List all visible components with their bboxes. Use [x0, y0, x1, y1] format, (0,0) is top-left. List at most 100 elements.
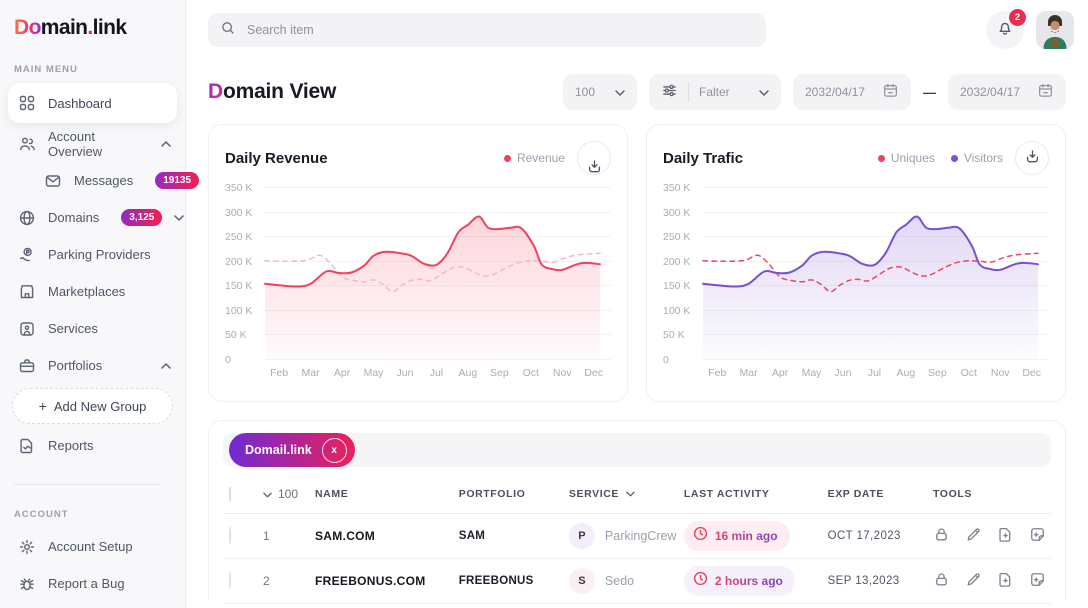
search-bar[interactable] — [208, 13, 766, 47]
bug-icon — [18, 575, 36, 593]
file-plus-button[interactable] — [997, 571, 1014, 591]
lock-icon — [933, 526, 950, 546]
date-from-picker[interactable]: 2032/04/17 — [793, 74, 911, 110]
x-tick-label: Mar — [740, 367, 758, 379]
chart-plot — [265, 187, 611, 359]
x-tick-label: Jul — [868, 367, 881, 379]
sidebar-item-parking-providers[interactable]: Parking Providers — [0, 236, 185, 273]
y-tick-label: 100 K — [225, 305, 252, 317]
notification-badge: 2 — [1007, 7, 1028, 28]
logo-suffix-text: link — [93, 16, 127, 39]
select-count-dropdown[interactable]: 100 — [263, 487, 315, 501]
legend-label: Uniques — [891, 151, 935, 165]
table-header-row: 100 NAME PORTFOLIO SERVICE LAST ACTIVITY… — [223, 475, 1051, 514]
page-size-select[interactable]: 100 — [563, 74, 637, 110]
exp-date: SEP 13,2023 — [828, 575, 933, 587]
last-activity-badge: 2 hours ago — [684, 566, 795, 596]
sidebar: Domain.link MAIN MENU DashboardAccount O… — [0, 0, 186, 608]
edit-button[interactable] — [965, 526, 982, 546]
sidebar-item-account-setup[interactable]: Account Setup — [0, 528, 185, 565]
filter-dropdown[interactable]: Falter — [649, 74, 781, 110]
sidebar-divider — [14, 484, 161, 485]
edit-icon — [965, 571, 982, 591]
chart-title: Daily Trafic — [663, 150, 743, 167]
column-header-name: NAME — [315, 488, 459, 500]
x-tick-label: Jun — [397, 367, 414, 379]
legend-item-uniques[interactable]: Uniques — [878, 151, 935, 165]
y-tick-label: 200 K — [663, 256, 690, 268]
search-input[interactable] — [245, 22, 754, 38]
users-icon — [18, 135, 36, 153]
sidebar-item-label: Marketplaces — [48, 284, 125, 299]
service-initial-badge: P — [569, 523, 595, 549]
legend-item-revenue[interactable]: Revenue — [504, 151, 565, 165]
y-tick-label: 50 K — [225, 329, 247, 341]
x-tick-label: May — [802, 367, 822, 379]
portfolio-name: FREEBONUS — [459, 575, 569, 587]
topbar: 2 — [186, 0, 1088, 60]
note-plus-button[interactable] — [1029, 526, 1046, 546]
row-checkbox[interactable] — [229, 526, 231, 545]
user-avatar[interactable] — [1036, 11, 1074, 49]
service-initial-badge: S — [569, 568, 595, 594]
lock-button[interactable] — [933, 571, 950, 591]
y-tick-label: 0 — [225, 354, 231, 366]
chevron-down-icon — [263, 487, 272, 501]
sidebar-item-domains[interactable]: Domains3,125 — [0, 199, 185, 236]
chevron-down-icon — [174, 215, 184, 221]
clock-icon — [693, 526, 708, 546]
x-tick-label: Mar — [302, 367, 320, 379]
select-all-checkbox[interactable] — [229, 487, 231, 501]
divider — [688, 82, 689, 102]
edit-button[interactable] — [965, 571, 982, 591]
x-tick-label: Dec — [1022, 367, 1041, 379]
file-plus-icon — [997, 571, 1014, 591]
service-cell: P ParkingCrew — [569, 523, 684, 549]
column-header-service[interactable]: SERVICE — [569, 488, 684, 500]
table-body: 1 SAM.COM SAM P ParkingCrew 16 min ago O… — [223, 514, 1051, 604]
chart-title: Daily Revenue — [225, 150, 328, 167]
sidebar-item-marketplaces[interactable]: Marketplaces — [0, 273, 185, 310]
x-tick-label: Oct — [961, 367, 977, 379]
sidebar-item-services[interactable]: Services — [0, 310, 185, 347]
download-button[interactable] — [577, 141, 611, 175]
sidebar-item-account-overview[interactable]: Account Overview — [0, 125, 185, 162]
sidebar-item-portfolios[interactable]: Portfolios — [0, 347, 185, 384]
sidebar-item-reports[interactable]: Reports — [0, 427, 185, 464]
sidebar-item-messages[interactable]: Messages19135 — [0, 162, 185, 199]
sidebar-item-label: Parking Providers — [48, 247, 151, 262]
sidebar-item-dashboard[interactable]: Dashboard — [8, 83, 177, 123]
tools-cell — [933, 571, 1045, 591]
sliders-icon — [661, 82, 678, 102]
service-name: Sedo — [605, 574, 634, 588]
logo-dark-text: main — [41, 16, 88, 39]
lock-button[interactable] — [933, 526, 950, 546]
sidebar-item-report-a-bug[interactable]: Report a Bug — [0, 565, 185, 602]
download-button[interactable] — [1015, 141, 1049, 175]
domain-filter-tag[interactable]: Domail.link x — [229, 433, 355, 467]
y-tick-label: 250 K — [225, 231, 252, 243]
clock-icon — [693, 571, 708, 591]
tools-cell — [933, 526, 1045, 546]
row-checkbox[interactable] — [229, 571, 231, 590]
grid-icon — [18, 94, 36, 112]
chart-legend: Uniques Visitors — [878, 151, 1003, 165]
y-tick-label: 50 K — [663, 329, 685, 341]
date-to-picker[interactable]: 2032/04/17 — [948, 74, 1066, 110]
download-icon — [578, 138, 610, 178]
legend-item-visitors[interactable]: Visitors — [951, 151, 1003, 165]
domains-table-card: Domail.link x 100 NAME PORTFOLIO SERVICE… — [208, 420, 1066, 600]
notifications-button[interactable]: 2 — [986, 11, 1024, 49]
note-plus-button[interactable] — [1029, 571, 1046, 591]
sidebar-item-label: Account Setup — [48, 539, 133, 554]
note-plus-icon — [1029, 571, 1046, 591]
x-tick-label: Oct — [523, 367, 539, 379]
y-tick-label: 350 K — [225, 182, 252, 194]
domain-name: SAM.COM — [315, 529, 459, 543]
y-tick-label: 300 K — [663, 207, 690, 219]
file-plus-button[interactable] — [997, 526, 1014, 546]
add-new-group-button[interactable]: +Add New Group — [12, 388, 173, 424]
x-tick-label: Feb — [708, 367, 726, 379]
filter-tags-bar: Domail.link x — [223, 433, 1051, 467]
remove-tag-button[interactable]: x — [322, 438, 347, 463]
